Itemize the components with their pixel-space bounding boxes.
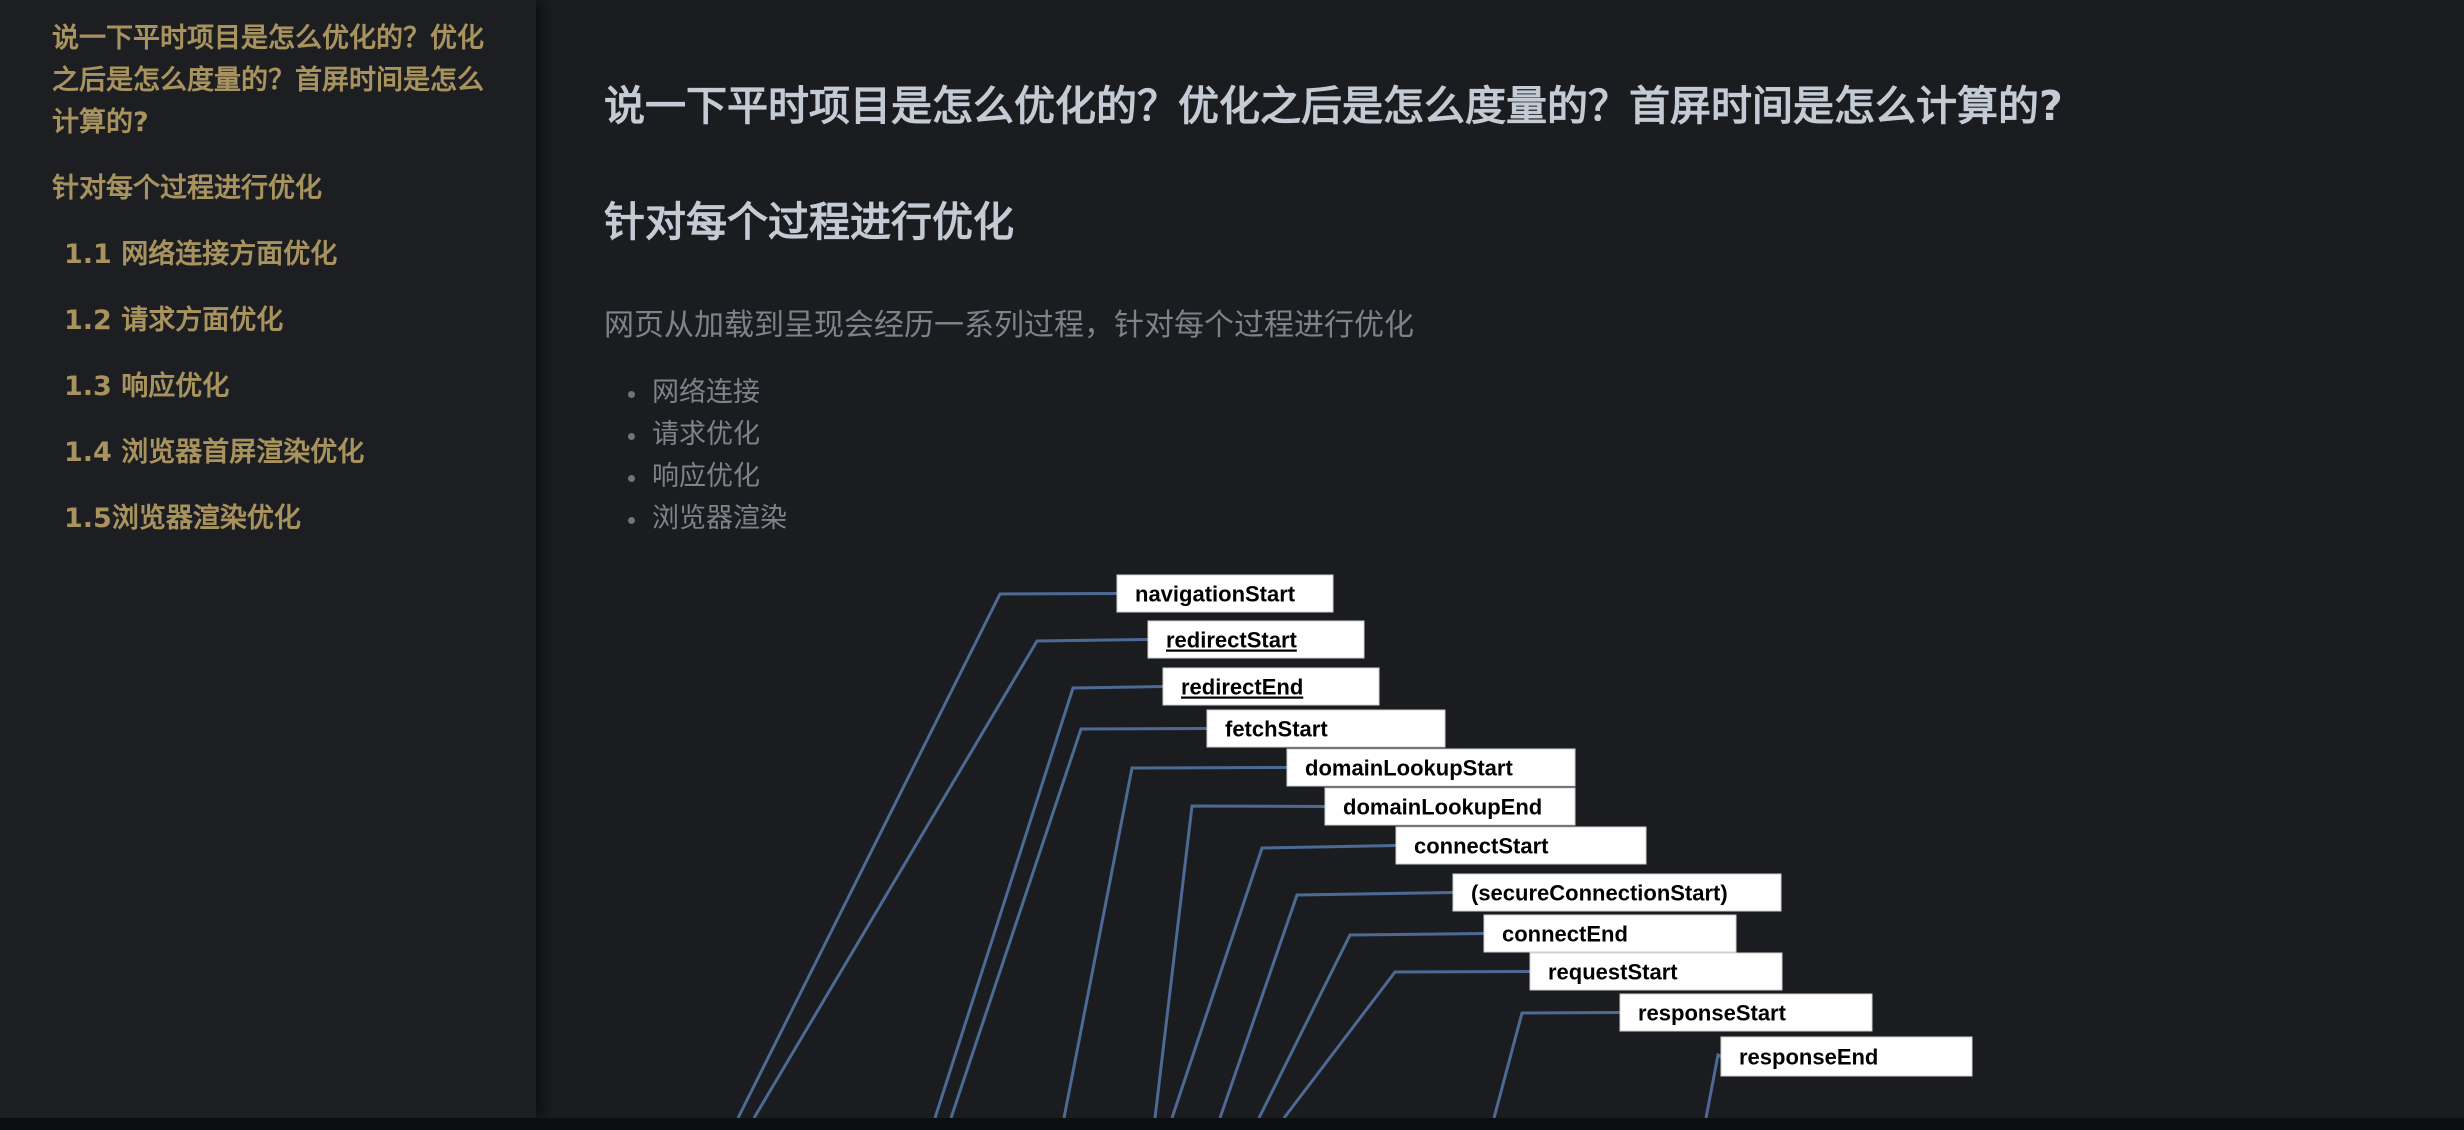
- timing-label: redirectStart: [1147, 620, 1365, 659]
- page-title: 说一下平时项目是怎么优化的？优化之后是怎么度量的？首屏时间是怎么计算的?: [604, 82, 2063, 130]
- toc-item-render[interactable]: 1.5浏览器渲染优化: [0, 498, 536, 540]
- list-item: 网络连接: [628, 372, 787, 414]
- timing-label: responseEnd: [1720, 1036, 1973, 1077]
- toc-item-request[interactable]: 1.2 请求方面优化: [0, 300, 536, 342]
- list-item: 请求优化: [628, 414, 787, 456]
- list-item: 浏览器渲染: [628, 498, 787, 540]
- timing-label: responseStart: [1619, 993, 1873, 1032]
- bottom-edge-bar: [0, 1118, 2464, 1130]
- timing-label-text: redirectEnd: [1181, 675, 1303, 700]
- bullet-list: 网络连接 请求优化 响应优化 浏览器渲染: [604, 372, 787, 540]
- toc-item-first-screen[interactable]: 1.4 浏览器首屏渲染优化: [0, 432, 536, 474]
- sidebar-toc: 说一下平时项目是怎么优化的？优化之后是怎么度量的？首屏时间是怎么计算的? 针对每…: [0, 0, 536, 1118]
- timing-label-text: fetchStart: [1225, 717, 1328, 742]
- toc-item-response[interactable]: 1.3 响应优化: [0, 366, 536, 408]
- timing-label: (secureConnectionStart): [1452, 873, 1782, 912]
- timing-label: fetchStart: [1206, 709, 1446, 748]
- intro-paragraph: 网页从加载到呈现会经历一系列过程，针对每个过程进行优化: [604, 308, 1414, 343]
- timing-label: requestStart: [1529, 952, 1783, 991]
- timing-label-text: responseStart: [1638, 1001, 1787, 1026]
- timing-label: navigationStart: [1116, 574, 1334, 613]
- timing-label-text: requestStart: [1548, 960, 1678, 985]
- toc-list: 说一下平时项目是怎么优化的？优化之后是怎么度量的？首屏时间是怎么计算的? 针对每…: [0, 0, 536, 540]
- timing-label: connectEnd: [1483, 914, 1737, 953]
- timing-label-text: connectEnd: [1502, 922, 1628, 947]
- timing-label-text: responseEnd: [1739, 1045, 1878, 1070]
- toc-item-section[interactable]: 针对每个过程进行优化: [0, 168, 536, 210]
- timing-label: connectStart: [1395, 826, 1647, 865]
- timing-label-text: connectStart: [1414, 834, 1549, 859]
- section-heading: 针对每个过程进行优化: [604, 198, 1014, 246]
- toc-item-title[interactable]: 说一下平时项目是怎么优化的？优化之后是怎么度量的？首屏时间是怎么计算的?: [0, 18, 536, 144]
- timing-label-text: redirectStart: [1166, 628, 1298, 653]
- toc-item-network[interactable]: 1.1 网络连接方面优化: [0, 234, 536, 276]
- timing-label-text: domainLookupEnd: [1343, 795, 1542, 820]
- timing-label: domainLookupEnd: [1324, 787, 1576, 826]
- timing-label: redirectEnd: [1162, 667, 1380, 706]
- timing-label-text: (secureConnectionStart): [1471, 881, 1728, 906]
- timing-label-text: navigationStart: [1135, 582, 1296, 607]
- timing-label-text: domainLookupStart: [1305, 756, 1513, 781]
- timing-label: domainLookupStart: [1286, 748, 1576, 787]
- list-item: 响应优化: [628, 456, 787, 498]
